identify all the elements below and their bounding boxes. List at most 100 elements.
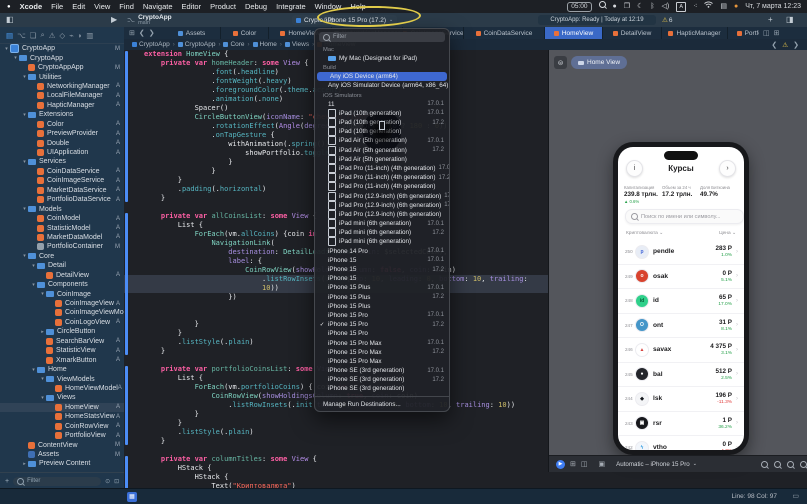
menu-xcode[interactable]: Xcode — [20, 2, 43, 11]
destination-item-ipad-air-5th-generation-[interactable]: iPad Air (5th generation) 17.2 — [315, 145, 449, 155]
tree-item-color[interactable]: Color A — [0, 120, 124, 129]
tree-item-cryptoapp[interactable]: ▾ CryptoApp — [0, 53, 124, 62]
tab-hapticmanager[interactable]: HapticManager — [662, 27, 728, 39]
menu-file[interactable]: File — [51, 2, 63, 11]
tree-item-networkingmanager[interactable]: NetworkingManager A — [0, 82, 124, 91]
previous-issue-icon[interactable]: ❮ — [771, 41, 777, 49]
menu-window[interactable]: Window — [315, 2, 342, 11]
scheme-project-info[interactable]: ⌥ CryptoApp main — [127, 14, 172, 26]
destination-item-ipad-pro-12-9-inch-6th-generation-[interactable]: iPad Pro (12.9-inch) (6th generation) — [315, 209, 449, 219]
dnd-circle-icon[interactable]: ● — [613, 0, 617, 13]
project-navigator-icon[interactable]: ▤ — [6, 31, 13, 40]
manage-run-destinations-item[interactable]: Manage Run Destinations... — [315, 399, 449, 410]
coin-row-rsr[interactable]: 243 ▣ rsr 1 Р 36.2% › — [618, 412, 744, 436]
recording-indicator[interactable]: ● — [734, 0, 738, 13]
disclosure-triangle[interactable]: ▾ — [21, 159, 28, 165]
tab-color[interactable]: Color — [221, 27, 269, 39]
disclosure-triangle[interactable]: ▾ — [30, 367, 37, 373]
tree-item-localfilemanager[interactable]: LocalFileManager A — [0, 91, 124, 100]
tree-item-models[interactable]: ▾ Models — [0, 204, 124, 213]
portfolio-chevron-button[interactable]: › — [719, 160, 736, 177]
menu-debug[interactable]: Debug — [245, 2, 267, 11]
spotlight-search-icon[interactable] — [598, 0, 606, 13]
menu-view[interactable]: View — [94, 2, 110, 11]
destination-item-ipad-10th-generation-[interactable]: iPad (10th generation) 17.0.1 — [315, 108, 449, 118]
tree-item-searchbarview[interactable]: SearchBarView A — [0, 337, 124, 346]
disclosure-triangle[interactable]: ▸ — [39, 329, 46, 335]
bluetooth-icon[interactable]: ᛒ — [650, 0, 654, 13]
disclosure-triangle[interactable]: ▾ — [21, 112, 28, 118]
disclosure-triangle[interactable]: ▾ — [30, 282, 37, 288]
tree-item-coinimageviewmodel[interactable]: CoinImageViewModelA — [0, 308, 124, 317]
zoom-in-button[interactable] — [800, 455, 807, 473]
destination-item-any-ios-simulator-device-arm64-x86-64-[interactable]: Any iOS Simulator Device (arm64, x86_64) — [315, 81, 449, 130]
source-control-navigator-icon[interactable]: ⌥ — [17, 31, 26, 40]
bookmarks-navigator-icon[interactable]: ❏ — [30, 31, 37, 40]
preview-pin-icon[interactable]: ⊜ — [554, 56, 567, 69]
destination-item-ipad-pro-11-inch-4th-generation-[interactable]: iPad Pro (11-inch) (4th generation)17.0.… — [315, 163, 449, 173]
coin-row-pendle[interactable]: 250 p pendle 283 Р 1.0% › — [618, 240, 744, 265]
breadcrumb-item-core[interactable]: Core — [223, 41, 245, 48]
tree-item-coinmodel[interactable]: CoinModel A — [0, 214, 124, 223]
destination-item-any-ios-device-arm64-[interactable]: Any iOS Device (arm64) — [317, 72, 447, 130]
destination-item-ipad-pro-11-inch-4th-generation-[interactable]: iPad Pro (11-inch) (4th generation) — [315, 182, 449, 192]
tree-item-coinlogoview[interactable]: CoinLogoView A — [0, 318, 124, 327]
focus-moon-icon[interactable]: ☾ — [637, 0, 643, 13]
tree-item-detailview[interactable]: DetailView A — [0, 271, 124, 280]
coin-row-ont[interactable]: 247 Oont 31 Р 8.1% › — [618, 314, 744, 338]
tree-item-preview-content[interactable]: ▸ Preview Content — [0, 459, 124, 468]
tree-item-hapticmanager[interactable]: HapticManager A — [0, 101, 124, 110]
tree-item-assets[interactable]: Assets M — [0, 450, 124, 459]
disclosure-triangle[interactable]: ▾ — [21, 206, 28, 212]
tree-item-portfoliocontainer[interactable]: PortfolioContainer M — [0, 242, 124, 251]
code-line[interactable]: HStack { — [124, 473, 548, 482]
find-navigator-icon[interactable]: ⌕ — [40, 30, 44, 40]
destination-item-iphone-15-pro-max[interactable]: iPhone 15 Pro Max 17.0.1 — [315, 121, 449, 347]
destination-item-iphone-15-pro[interactable]: ✓ iPhone 15 Pro 17.2 — [315, 121, 449, 329]
sidebar-toggle-icon[interactable]: ◧ — [6, 15, 14, 24]
tree-item-core[interactable]: ▾ Core — [0, 252, 124, 261]
zoom-out-button[interactable] — [761, 455, 768, 473]
menu-editor[interactable]: Editor — [182, 2, 202, 11]
zoom-actual-button[interactable] — [787, 455, 794, 473]
tree-item-home[interactable]: ▾ Home — [0, 365, 124, 374]
tree-item-marketdatamodel[interactable]: MarketDataModel A — [0, 233, 124, 242]
stage-manager-icon[interactable]: ❐ — [624, 0, 630, 13]
coin-row-osak[interactable]: 249 o osak 0 Р 5.1% › — [618, 265, 744, 289]
code-line[interactable]: } — [124, 419, 548, 428]
destination-item-iphone-15[interactable]: iPhone 15 17.2 — [315, 121, 449, 274]
editor-layout-button[interactable]: ◨ — [786, 15, 794, 24]
destination-item-iphone-15-plus[interactable]: iPhone 15 Plus 17.0.1 — [315, 121, 449, 292]
tree-item-portfoliodataservice[interactable]: PortfolioDataService A — [0, 195, 124, 204]
destination-item-iphone-15-pro[interactable]: iPhone 15 Pro 17.0.1 — [315, 121, 449, 320]
apple-menu[interactable]: ● — [7, 4, 11, 10]
back-icon[interactable]: ❮ — [139, 29, 145, 37]
destination-item-ipad-pro-12-9-inch-6th-generation-[interactable]: iPad Pro (12.9-inch) (6th generation)17.… — [315, 200, 449, 210]
disclosure-triangle[interactable]: ▾ — [12, 55, 19, 61]
destination-selector[interactable]: iPhone 15 Pro (17.2) ⌄ — [322, 15, 398, 116]
tree-item-extensions[interactable]: ▾ Extensions — [0, 110, 124, 119]
column-price-label[interactable]: Цена ⌄ — [719, 231, 736, 236]
destination-item-iphone-15-pro-max[interactable]: iPhone 15 Pro Max 17.2 — [315, 121, 449, 357]
tree-item-uiapplication[interactable]: UIApplication A — [0, 148, 124, 157]
tree-item-homeview[interactable]: HomeView A — [0, 402, 124, 413]
accessibility-preview-icon[interactable]: ◫ — [581, 460, 588, 468]
breadcrumb-item-cryptoapp[interactable]: CryptoApp — [177, 41, 215, 48]
tests-navigator-icon[interactable]: ◇ — [59, 31, 65, 40]
tree-item-components[interactable]: ▾ Components — [0, 280, 124, 289]
menu-help[interactable]: Help — [350, 2, 365, 11]
tree-item-coinrowview[interactable]: CoinRowView A — [0, 422, 124, 431]
run-button[interactable]: ▶ — [111, 15, 117, 24]
filter-recents-icon[interactable]: ⊙ — [105, 478, 110, 485]
destination-item-iphone-15-plus[interactable]: iPhone 15 Plus — [315, 121, 449, 311]
disclosure-triangle[interactable]: ▾ — [3, 46, 10, 52]
disclosure-triangle[interactable]: ▾ — [39, 376, 46, 382]
disclosure-triangle[interactable]: ▾ — [21, 253, 28, 259]
tab-coindataservice[interactable]: CoinDataService — [464, 27, 545, 39]
destination-item-iphone-15-pro-max[interactable]: iPhone 15 Pro Max — [315, 121, 449, 366]
tree-item-cryptoappapp[interactable]: CryptoAppApp M — [0, 63, 124, 72]
destination-item-iphone-se-3rd-generation-[interactable]: iPhone SE (3rd generation) — [315, 121, 449, 393]
menubar-clock[interactable]: Чт, 7 марта 12:23 — [745, 3, 801, 10]
destination-item-ipad-mini-6th-generation-[interactable]: iPad mini (6th generation) 17.2 — [315, 228, 449, 238]
destination-item-ipad-air-5th-generation-[interactable]: iPad Air (5th generation) — [315, 154, 449, 164]
